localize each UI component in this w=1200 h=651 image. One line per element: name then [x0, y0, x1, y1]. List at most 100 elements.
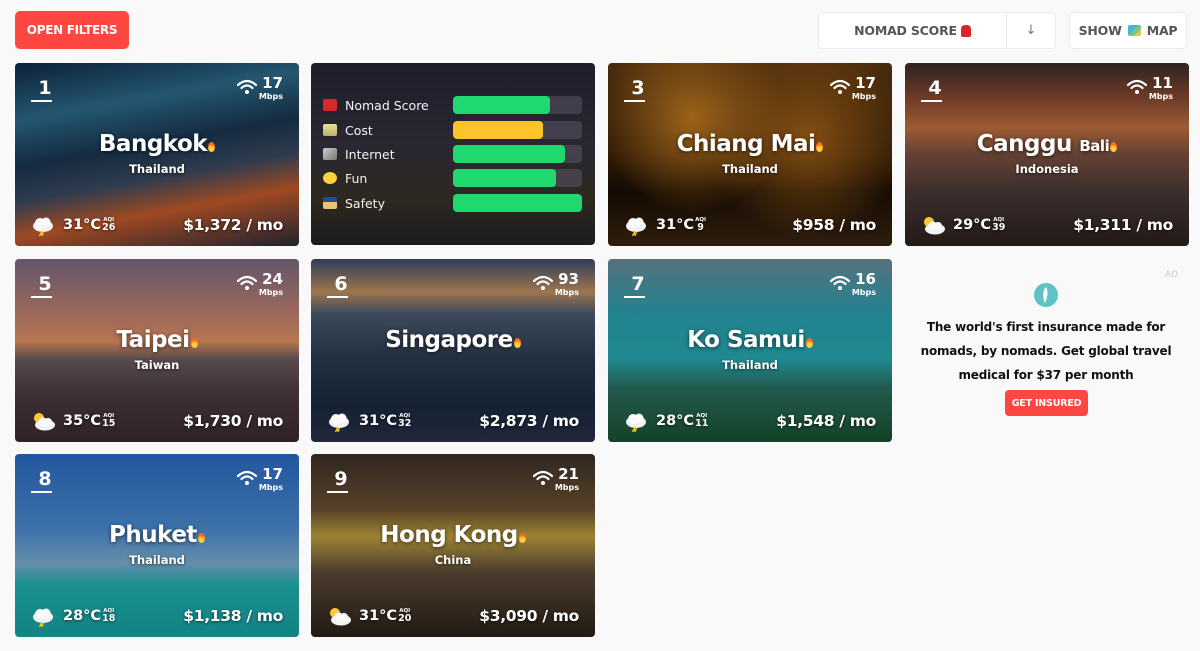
city-rank: 6: [334, 273, 348, 295]
city-name-wrap: Ko Samui: [608, 327, 892, 353]
temperature: 35°C: [63, 413, 102, 429]
sort-select[interactable]: NOMAD SCORE: [819, 13, 1007, 48]
score-label: Safety: [345, 195, 385, 211]
backpack-icon: [323, 99, 337, 111]
score-bar-track: [453, 96, 582, 114]
internet-speed: 21 Mbps: [532, 466, 579, 492]
temperature: 31°C: [359, 608, 398, 624]
city-name-wrap: Taipei: [15, 327, 299, 353]
city-name-wrap: Singapore: [311, 327, 595, 353]
thunderstorm-icon: [624, 216, 648, 238]
monthly-cost: $1,730 / mo: [183, 412, 283, 430]
fire-icon: [190, 338, 198, 348]
city-card[interactable]: 6 93 Mbps Singapore 31°C AQI 32 $2,873 / mo: [311, 259, 595, 442]
backpack-icon: [960, 24, 971, 37]
open-filters-button[interactable]: OPEN FILTERS: [15, 11, 129, 49]
internet-speed: 17 Mbps: [236, 466, 283, 492]
city-name: Canggu: [976, 131, 1073, 157]
city-country: Thailand: [129, 162, 185, 176]
city-card[interactable]: 8 17 Mbps Phuket Thailand 28°C AQI 18 $1,138 / m…: [15, 454, 299, 637]
score-bar-fill: [453, 194, 582, 212]
partly-sunny-icon: [31, 412, 55, 431]
weather: 31°C AQI 32: [327, 412, 411, 434]
city-rank: 9: [334, 468, 348, 490]
city-region: Bali: [1079, 137, 1110, 155]
rank-underline: [327, 491, 348, 493]
city-name: Hong Kong: [380, 522, 518, 548]
thunderstorm-icon: [624, 412, 648, 434]
map-icon: [1127, 25, 1141, 36]
city-card[interactable]: 3 17 Mbps Chiang Mai Thailand 31°C AQI 9 $958 / …: [608, 63, 892, 246]
city-card-footer: 31°C AQI 20 $3,090 / mo: [327, 607, 579, 626]
internet-speed-value: 24: [262, 270, 283, 288]
city-card[interactable]: 4 11 Mbps Canggu Bali Indonesia 29°C AQI 39 $1,3…: [905, 63, 1189, 246]
show-map-button[interactable]: SHOW MAP: [1069, 12, 1187, 49]
city-rank: 7: [631, 273, 645, 295]
fire-icon: [816, 142, 824, 152]
score-row-cost: Cost: [323, 121, 583, 139]
aqi-value: 11: [695, 418, 709, 429]
city-country: Thailand: [722, 358, 778, 372]
aqi-value: 9: [697, 222, 704, 233]
city-card[interactable]: 9 21 Mbps Hong Kong China 31°C AQI 20 $3,090 / m…: [311, 454, 595, 637]
sort-control: NOMAD SCORE ↓: [818, 12, 1056, 49]
partly-sunny-icon: [921, 216, 945, 235]
monthly-cost: $1,548 / mo: [776, 412, 876, 430]
wifi-icon: [532, 275, 553, 293]
internet-speed-value: 93: [558, 270, 579, 288]
monthly-cost: $1,311 / mo: [1073, 216, 1173, 234]
city-rank: 4: [928, 77, 942, 99]
score-breakdown-card: Nomad Score Cost Internet Fun Safety: [311, 63, 595, 245]
city-card-footer: 28°C AQI 11 $1,548 / mo: [624, 412, 876, 434]
score-bar-track: [453, 194, 582, 212]
rank-underline: [624, 296, 645, 298]
monthly-cost: $1,138 / mo: [183, 607, 283, 625]
sort-direction-button[interactable]: ↓: [1007, 13, 1055, 48]
internet-speed-unit: Mbps: [554, 288, 579, 297]
city-rank: 3: [631, 77, 645, 99]
score-row-fun: Fun: [323, 169, 583, 187]
get-insured-button[interactable]: GET INSURED: [1005, 390, 1088, 416]
score-bar-fill: [453, 145, 566, 163]
temperature: 29°C: [953, 217, 992, 233]
internet-speed-unit: Mbps: [851, 288, 876, 297]
monthly-cost: $1,372 / mo: [183, 216, 283, 234]
aqi-value: 20: [398, 613, 412, 624]
air-quality: AQI 15: [102, 413, 115, 429]
score-bar-track: [453, 121, 582, 139]
fire-icon: [208, 142, 216, 152]
rank-underline: [327, 296, 348, 298]
score-label: Nomad Score: [345, 97, 429, 113]
city-name: Chiang Mai: [676, 131, 816, 157]
city-name-wrap: Phuket: [15, 522, 299, 548]
city-rank: 5: [38, 273, 52, 295]
score-label: Internet: [345, 146, 395, 162]
satellite-icon: [323, 148, 337, 160]
internet-speed: 17 Mbps: [236, 75, 283, 101]
score-bar-track: [453, 169, 582, 187]
rank-underline: [624, 100, 645, 102]
city-card[interactable]: 1 17 Mbps Bangkok Thailand 31°C AQI 26 $1,372 / …: [15, 63, 299, 246]
wifi-icon: [236, 79, 257, 97]
air-quality: AQI 11: [695, 413, 709, 429]
city-country: Thailand: [722, 162, 778, 176]
city-card-footer: 35°C AQI 15 $1,730 / mo: [31, 412, 283, 431]
thunderstorm-icon: [327, 412, 351, 434]
police-icon: [323, 197, 337, 209]
city-card[interactable]: 7 16 Mbps Ko Samui Thailand 28°C AQI 11 $1,548 /…: [608, 259, 892, 442]
internet-speed: 16 Mbps: [829, 271, 876, 297]
city-name: Singapore: [385, 327, 513, 353]
wifi-icon: [236, 470, 257, 488]
city-name: Taipei: [116, 327, 190, 353]
city-country: Indonesia: [1015, 162, 1079, 176]
internet-speed-value: 11: [1152, 74, 1173, 92]
score-row-safety: Safety: [323, 194, 583, 212]
thunderstorm-icon: [31, 216, 55, 238]
internet-speed: 24 Mbps: [236, 270, 283, 297]
air-quality: AQI 26: [102, 217, 116, 233]
weather: 31°C AQI 9: [624, 216, 706, 238]
aqi-value: 26: [102, 222, 116, 233]
air-quality: AQI 20: [398, 608, 412, 624]
city-card-footer: 29°C AQI 39 $1,311 / mo: [921, 216, 1173, 235]
city-card[interactable]: 5 24 Mbps Taipei Taiwan 35°C AQI 15 $1,730 / mo: [15, 259, 299, 442]
